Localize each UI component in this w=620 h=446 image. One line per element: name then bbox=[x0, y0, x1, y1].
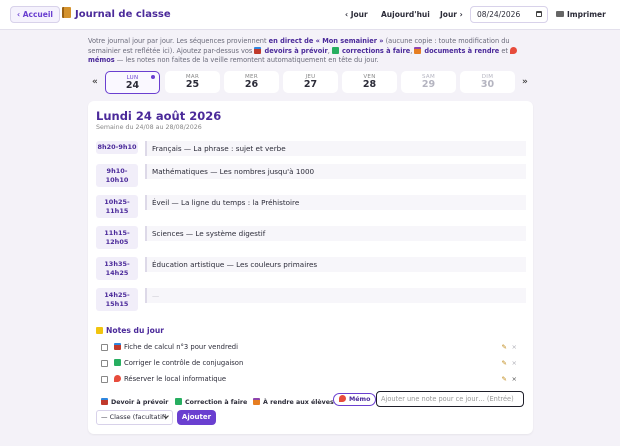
note-label: Fiche de calcul n°3 pour vendredi bbox=[124, 343, 239, 351]
note-text: Corriger le contrôle de conjugaison bbox=[114, 359, 243, 367]
intro-bold: documents à rendre bbox=[424, 46, 500, 55]
today-button[interactable]: Aujourd'hui bbox=[381, 7, 430, 23]
page-title: Journal de classe bbox=[62, 7, 171, 20]
check-icon bbox=[331, 46, 339, 54]
notebook-icon bbox=[62, 7, 71, 18]
intro-bold: en direct de « Mon semainier » bbox=[268, 37, 384, 45]
edit-pencil-icon[interactable]: ✎ bbox=[502, 343, 507, 351]
slot-time: 9h10-10h10 bbox=[96, 164, 138, 187]
day-number: 27 bbox=[303, 79, 318, 90]
pin-icon bbox=[114, 375, 121, 382]
print-button[interactable]: Imprimer bbox=[556, 7, 606, 23]
intro-bold: devoirs à prévoir bbox=[264, 46, 328, 55]
slot-time: 13h35-14h25 bbox=[96, 257, 138, 280]
tag-label: Mémo bbox=[349, 396, 371, 403]
slot-time: 11h15-12h05 bbox=[96, 226, 138, 249]
next-week-button[interactable]: » bbox=[522, 77, 528, 87]
prev-week-button[interactable]: « bbox=[92, 77, 98, 87]
intro-bold: mémos bbox=[88, 56, 115, 65]
calendar-icon[interactable] bbox=[536, 11, 542, 17]
week-subtitle: Semaine du 24/08 au 28/08/2026 bbox=[96, 124, 202, 131]
printer-icon bbox=[556, 11, 564, 17]
tag-rendre-button[interactable]: À rendre aux élèves bbox=[253, 398, 334, 408]
page-title-text: Journal de classe bbox=[75, 9, 171, 20]
tag-label: Correction à faire bbox=[185, 399, 248, 406]
slot-time: 10h25-11h15 bbox=[96, 195, 138, 218]
add-note-button[interactable]: Ajouter bbox=[177, 410, 216, 425]
slot-time: 14h25-15h15 bbox=[96, 288, 138, 311]
date-input[interactable]: 08/24/2026 bbox=[470, 6, 548, 23]
note-label: Corriger le contrôle de conjugaison bbox=[124, 359, 244, 367]
memo-icon bbox=[96, 327, 103, 334]
intro-bold: corrections à faire bbox=[341, 46, 411, 55]
intro-part: — les notes non faites de la veille remo… bbox=[114, 56, 379, 65]
slot-lesson[interactable]: — bbox=[145, 288, 526, 303]
slot-lesson[interactable]: Éducation artistique — Les couleurs prim… bbox=[145, 257, 526, 272]
intro-text: Votre journal jour par jour. Les séquenc… bbox=[88, 37, 536, 66]
tag-memo-button[interactable]: Mémo bbox=[333, 393, 377, 406]
tag-label: Devoir à prévoir bbox=[111, 399, 169, 406]
tag-devoir-button[interactable]: Devoir à prévoir bbox=[101, 398, 168, 408]
day-number: 30 bbox=[480, 79, 495, 90]
day-tab-tue[interactable]: MAR 25 bbox=[165, 71, 220, 93]
note-item: Réserver le local informatique ✎ × bbox=[101, 374, 521, 386]
pin-icon bbox=[339, 395, 346, 402]
class-select[interactable]: — Classe (facultatif) bbox=[96, 410, 173, 425]
slot-lesson[interactable]: Mathématiques — Les nombres jusqu'à 1000 bbox=[145, 164, 526, 179]
note-checkbox[interactable] bbox=[101, 376, 108, 383]
delete-icon[interactable]: × bbox=[512, 359, 517, 367]
check-icon bbox=[114, 359, 121, 366]
notes-title: Notes du jour bbox=[96, 326, 164, 335]
note-item: Corriger le contrôle de conjugaison ✎ × bbox=[101, 358, 521, 370]
check-icon bbox=[175, 398, 182, 405]
note-label: Réserver le local informatique bbox=[124, 375, 227, 383]
day-card: Lundi 24 août 2026 Semaine du 24/08 au 2… bbox=[88, 101, 533, 434]
delete-icon[interactable]: × bbox=[512, 375, 517, 383]
outbox-icon bbox=[253, 398, 260, 405]
intro-part: et bbox=[499, 46, 511, 55]
slot-lesson[interactable]: Éveil — La ligne du temps : la Préhistoi… bbox=[145, 195, 526, 210]
day-number: 26 bbox=[244, 79, 259, 90]
day-title: Lundi 24 août 2026 bbox=[96, 109, 222, 123]
prev-day-button[interactable]: ‹ Jour bbox=[345, 7, 368, 23]
notes-title-text: Notes du jour bbox=[106, 326, 164, 335]
day-tab-fri[interactable]: VEN 28 bbox=[342, 71, 397, 93]
day-tab-wed[interactable]: MER 26 bbox=[224, 71, 279, 93]
day-number: 29 bbox=[421, 79, 436, 90]
print-label: Imprimer bbox=[567, 10, 606, 19]
outbox-icon bbox=[414, 46, 422, 54]
delete-icon[interactable]: × bbox=[512, 343, 517, 351]
day-tab-thu[interactable]: JEU 27 bbox=[283, 71, 338, 93]
edit-pencil-icon[interactable]: ✎ bbox=[502, 359, 507, 367]
edit-pencil-icon[interactable]: ✎ bbox=[502, 375, 507, 383]
slot-time: 8h20-9h10 bbox=[96, 141, 138, 154]
intro-part: Votre journal jour par jour. Les séquenc… bbox=[88, 37, 269, 45]
day-number: 25 bbox=[185, 79, 200, 90]
back-home-button[interactable]: ‹ Accueil bbox=[10, 6, 60, 23]
note-checkbox[interactable] bbox=[101, 360, 108, 367]
note-input[interactable] bbox=[376, 391, 524, 407]
books-icon bbox=[101, 398, 108, 405]
books-icon bbox=[254, 46, 262, 54]
class-select-value: — Classe (facultatif) bbox=[101, 413, 167, 421]
tag-label: À rendre aux élèves bbox=[263, 399, 334, 406]
slot-lesson[interactable]: Français — La phrase : sujet et verbe bbox=[145, 141, 526, 156]
date-value: 08/24/2026 bbox=[477, 10, 521, 19]
slot-lesson[interactable]: Sciences — Le système digestif bbox=[145, 226, 526, 241]
note-item: Fiche de calcul n°3 pour vendredi ✎ × bbox=[101, 342, 521, 354]
day-tab-sat[interactable]: SAM 29 bbox=[401, 71, 456, 93]
note-text: Réserver le local informatique bbox=[114, 375, 226, 383]
pin-icon bbox=[510, 46, 518, 54]
note-text: Fiche de calcul n°3 pour vendredi bbox=[114, 343, 238, 351]
top-bar: ‹ Accueil Journal de classe ‹ Jour Aujou… bbox=[0, 0, 620, 30]
day-tab-sun[interactable]: DIM 30 bbox=[460, 71, 515, 93]
day-number: 24 bbox=[125, 80, 140, 91]
day-tab-mon[interactable]: LUN 24 bbox=[105, 71, 160, 94]
note-checkbox[interactable] bbox=[101, 344, 108, 351]
today-dot bbox=[151, 75, 155, 79]
books-icon bbox=[114, 343, 121, 350]
next-day-button[interactable]: Jour › bbox=[440, 7, 463, 23]
tag-correction-button[interactable]: Correction à faire bbox=[175, 398, 247, 408]
day-number: 28 bbox=[362, 79, 377, 90]
